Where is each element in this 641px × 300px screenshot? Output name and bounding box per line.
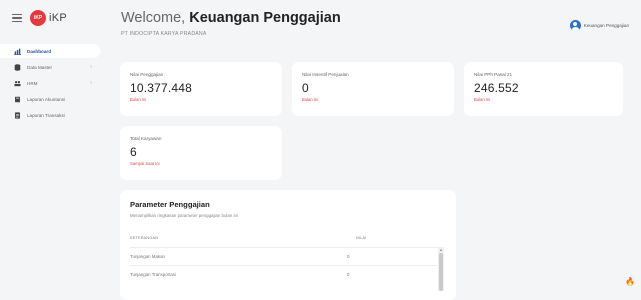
card-sub: Bulan Ini — [130, 97, 147, 102]
row-keterangan: Tunjangan Transportasi — [130, 272, 176, 277]
card-value: 0 — [302, 81, 309, 95]
database-icon — [14, 63, 21, 71]
sidebar-item-label: Laporan Akuntansi — [27, 96, 66, 102]
sidebar-item-label: Laporan Transaksi — [27, 112, 65, 118]
card-label: Nilai Penggajian — [130, 72, 164, 77]
sidebar-item-label: Dashboard — [27, 48, 51, 54]
scroll-up-icon[interactable]: ▲ — [438, 247, 444, 252]
chevron-right-icon: › — [90, 80, 92, 86]
company-name: PT INDOCIPTA KARYA PRADANA — [121, 31, 207, 37]
card-total-karyawan: Total Karyawan 6 Sampai Saat Ini — [120, 126, 282, 180]
book-icon — [15, 96, 20, 102]
scrollbar-thumb[interactable] — [439, 253, 443, 291]
column-header-keterangan: KETERANGAN — [130, 236, 159, 240]
card-nilai-pph: Nilai PPh Pasal 21 246.552 Bulan Ini — [464, 62, 623, 116]
sidebar-menu: Dashboard Data Master › HRM › Laporan Ak… — [0, 44, 108, 124]
row-nilai: 0 — [347, 272, 350, 277]
brand: iKP iKP — [12, 8, 67, 28]
user-name: Keuangan Penggajian — [583, 23, 629, 28]
hamburger-menu-icon[interactable] — [12, 13, 22, 23]
table-row: Tunjangan Makan 0 — [130, 247, 440, 266]
parameter-panel: Parameter Penggajian Menampilkan ringkas… — [120, 190, 456, 300]
card-label: Nilai PPh Pasal 21 — [474, 72, 513, 77]
row-keterangan: Tunjangan Makan — [130, 254, 165, 259]
sidebar-item-hrm[interactable]: HRM › — [0, 76, 108, 90]
chart-bar-icon — [14, 48, 21, 55]
card-value: 246.552 — [474, 81, 519, 95]
sidebar-item-laporan-transaksi[interactable]: Laporan Transaksi — [0, 108, 108, 122]
welcome-prefix: Welcome, — [121, 10, 186, 26]
chevron-right-icon: › — [90, 64, 92, 70]
logo-badge: iKP — [30, 10, 46, 26]
card-sub: Bulan Ini — [302, 97, 319, 102]
sidebar-item-laporan-akuntansi[interactable]: Laporan Akuntansi — [0, 92, 108, 106]
card-sub: Sampai Saat Ini — [130, 161, 160, 166]
logo-text: iKP — [49, 12, 68, 24]
card-label: Total Karyawan — [130, 136, 162, 141]
document-icon — [15, 111, 20, 119]
card-value: 10.377.448 — [130, 81, 193, 95]
sidebar-item-label: HRM — [27, 80, 38, 86]
sidebar: iKP iKP Dashboard Data Master › HRM › La… — [0, 0, 108, 291]
user-avatar-icon — [569, 20, 581, 31]
sidebar-item-dashboard[interactable]: Dashboard — [0, 44, 100, 58]
user-menu[interactable]: Keuangan Penggajian — [569, 20, 629, 31]
table-row: Tunjangan Transportasi 0 — [130, 265, 440, 284]
page-title: Welcome, Keuangan Penggajian — [121, 10, 341, 26]
people-icon — [14, 80, 21, 86]
card-nilai-insentif: Nilai Insentif Penjualan 0 Bulan Ini — [292, 62, 454, 116]
card-label: Nilai Insentif Penjualan — [302, 72, 349, 77]
row-nilai: 0 — [347, 254, 350, 259]
sidebar-item-data-master[interactable]: Data Master › — [0, 60, 108, 74]
panel-description: Menampilkan ringkasan parameter penggaji… — [130, 213, 238, 218]
card-sub: Bulan Ini — [474, 97, 491, 102]
panel-title: Parameter Penggajian — [130, 200, 210, 209]
flame-icon[interactable]: 🔥 — [625, 277, 635, 286]
card-nilai-penggajian: Nilai Penggajian 10.377.448 Bulan Ini — [120, 62, 282, 116]
card-value: 6 — [130, 145, 137, 159]
welcome-name: Keuangan Penggajian — [189, 10, 341, 26]
sidebar-item-label: Data Master — [27, 64, 53, 70]
column-header-nilai: NILAI — [356, 236, 367, 240]
